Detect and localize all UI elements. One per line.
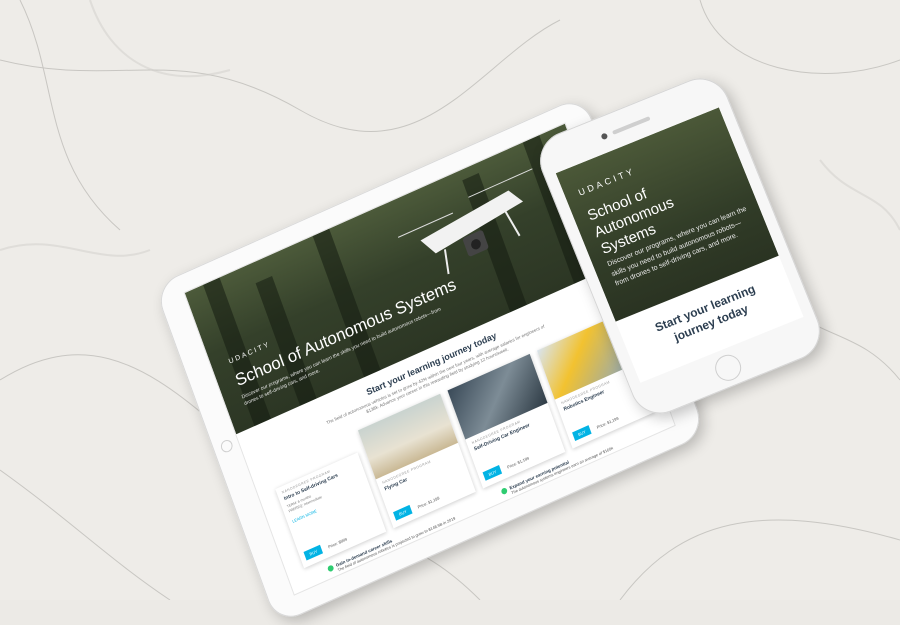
buy-button[interactable]: BUY xyxy=(303,544,324,561)
card-price: Price: $1,199 xyxy=(595,415,620,430)
card-price: Price: $1,199 xyxy=(416,495,441,510)
check-icon xyxy=(326,564,335,573)
buy-button[interactable]: BUY xyxy=(482,464,503,481)
card-price: Price: $1,199 xyxy=(506,455,530,470)
tablet-home-button[interactable] xyxy=(219,438,235,455)
check-icon xyxy=(500,487,509,496)
card-price: Price: $999 xyxy=(327,536,348,550)
buy-button[interactable]: BUY xyxy=(393,504,413,521)
buy-button[interactable]: BUY xyxy=(572,425,592,441)
phone-speaker xyxy=(612,116,651,135)
phone-home-button[interactable] xyxy=(711,350,746,385)
phone-camera xyxy=(600,132,609,141)
